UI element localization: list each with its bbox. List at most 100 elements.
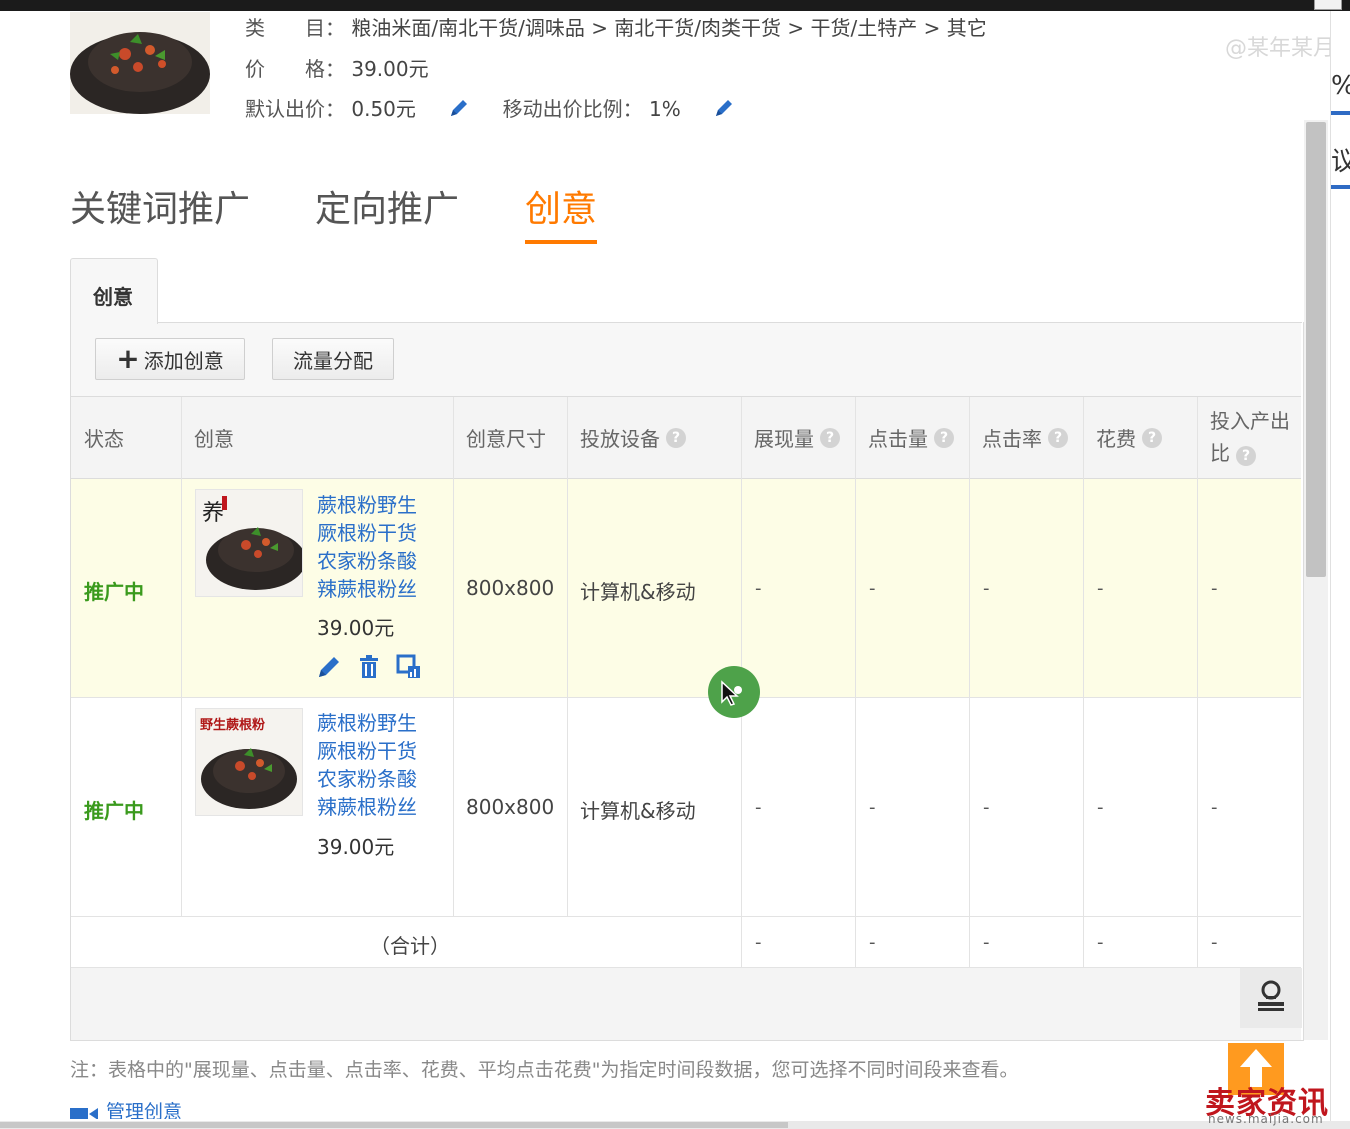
help-icon[interactable]: ? xyxy=(820,427,840,448)
creative-size: 800x800 xyxy=(466,795,555,819)
cost-value: - xyxy=(1097,797,1104,818)
help-icon[interactable]: ? xyxy=(666,427,686,448)
creative-price: 39.00元 xyxy=(317,616,395,640)
roi-value: - xyxy=(1211,578,1218,599)
ctr-value: - xyxy=(983,797,990,818)
export-user-icon xyxy=(1258,980,1284,1011)
tab-keyword-promotion[interactable]: 关键词推广 xyxy=(70,180,250,232)
manage-creative-link[interactable]: 管理创意 xyxy=(70,1097,182,1119)
creative-title-line: 蕨根粉野生 xyxy=(317,711,417,735)
column-divider xyxy=(969,397,970,967)
column-divider xyxy=(453,397,454,917)
traffic-allocation-label: 流量分配 xyxy=(293,348,373,373)
header-creative: 创意 xyxy=(181,397,453,478)
status-active: 推广中 xyxy=(84,580,144,604)
help-icon[interactable]: ? xyxy=(1142,427,1162,448)
right-side-panel: % 议 xyxy=(1330,11,1350,1121)
mouse-cursor-highlight xyxy=(708,666,760,718)
delete-trash-icon[interactable] xyxy=(356,654,382,680)
horizontal-scrollbar[interactable] xyxy=(0,1121,1350,1129)
creative-image-caption: 养 xyxy=(202,501,224,526)
creative-image-caption: 野生蕨根粉 xyxy=(200,717,265,733)
creative-image[interactable]: 野生蕨根粉 xyxy=(195,708,303,816)
product-image xyxy=(70,12,210,114)
price-line: 价 格： 39.00元 xyxy=(245,53,429,82)
header-roi: 投入产出 比? xyxy=(1197,397,1301,478)
right-panel-text-2: 议 xyxy=(1331,141,1350,178)
manage-creative-label: 管理创意 xyxy=(106,1101,183,1119)
creative-title-link[interactable]: 蕨根粉野生 厥根粉干货 农家粉条酸 辣蕨根粉丝 xyxy=(317,491,437,603)
category-line: 类 目： 粮油米面/南北干货/调味品 > 南北干货/肉类干货 > 干货/土特产 … xyxy=(245,12,987,41)
cost-value: - xyxy=(1097,578,1104,599)
creative-price: 39.00元 xyxy=(317,835,395,859)
edit-ratio-pencil-icon[interactable] xyxy=(713,97,735,124)
tab-targeted-promotion[interactable]: 定向推广 xyxy=(315,180,459,232)
category-value: 粮油米面/南北干货/调味品 > 南北干货/肉类干货 > 干货/土特产 > 其它 xyxy=(351,16,987,40)
creative-title-line: 农家粉条酸 xyxy=(317,767,417,791)
header-size: 创意尺寸 xyxy=(453,397,567,478)
header-cost: 花费? xyxy=(1083,397,1197,478)
total-cost: - xyxy=(1097,932,1104,953)
header-device: 投放设备? xyxy=(567,397,741,478)
total-ctr: - xyxy=(983,932,990,953)
brand-url: news.maijia.com xyxy=(1208,1112,1324,1126)
category-label: 类 目： xyxy=(245,16,345,40)
right-panel-bar-1 xyxy=(1331,111,1350,115)
header-device-label: 投放设备 xyxy=(580,427,660,451)
tab-creative[interactable]: 创意 xyxy=(525,180,598,244)
plus-icon: + xyxy=(116,342,140,375)
header-impressions: 展现量? xyxy=(741,397,855,478)
column-divider xyxy=(1083,397,1084,967)
subtab-creative[interactable]: 创意 xyxy=(70,258,158,324)
impressions-value: - xyxy=(755,797,762,818)
vertical-scrollbar-thumb[interactable] xyxy=(1306,122,1326,577)
price-label: 价 格： xyxy=(245,57,345,81)
mobile-ratio-label: 移动出价比例： xyxy=(502,97,643,121)
subtab-creative-label: 创意 xyxy=(93,285,133,309)
mobile-ratio-value: 1% xyxy=(648,97,681,121)
edit-bid-pencil-icon[interactable] xyxy=(448,97,470,124)
header-ctr-label: 点击率 xyxy=(982,427,1042,451)
creative-title-line: 蕨根粉野生 xyxy=(317,493,417,517)
horizontal-scrollbar-thumb[interactable] xyxy=(0,1122,788,1128)
clicks-value: - xyxy=(869,797,876,818)
table-note: 注：表格中的"展现量、点击量、点击率、花费、平均点击花费"为指定时间段数据，您可… xyxy=(70,1059,1019,1081)
header-creative-label: 创意 xyxy=(194,427,234,451)
clicks-value: - xyxy=(869,578,876,599)
creative-title-line: 厥根粉干货 xyxy=(317,739,417,763)
header-clicks: 点击量? xyxy=(855,397,969,478)
help-icon[interactable]: ? xyxy=(1236,446,1256,466)
window-top-bar xyxy=(0,0,1350,11)
default-bid-value: 0.50元 xyxy=(351,97,416,121)
right-panel-text-1: % xyxy=(1331,71,1350,101)
edit-pencil-icon[interactable] xyxy=(316,654,342,680)
creative-title-line: 辣蕨根粉丝 xyxy=(317,795,417,819)
header-status-label: 状态 xyxy=(84,427,124,451)
creative-title-line: 农家粉条酸 xyxy=(317,549,417,573)
column-divider xyxy=(1197,397,1198,967)
creative-size: 800x800 xyxy=(466,576,555,600)
add-creative-button[interactable]: + 添加创意 xyxy=(95,338,245,380)
default-bid-label: 默认出价： xyxy=(245,97,345,121)
column-divider xyxy=(567,397,568,917)
header-roi-label-1: 投入产出 xyxy=(1210,409,1290,433)
creative-device: 计算机&移动 xyxy=(580,799,696,823)
creative-title-line: 辣蕨根粉丝 xyxy=(317,577,417,601)
header-status: 状态 xyxy=(71,397,181,478)
header-roi-label-2: 比 xyxy=(1210,441,1230,465)
total-label: （合计） xyxy=(370,934,450,958)
table-footer xyxy=(71,968,1301,1040)
right-panel-bar-2 xyxy=(1331,185,1350,189)
cursor-arrow-icon xyxy=(721,680,742,706)
help-icon[interactable]: ? xyxy=(934,427,954,448)
creative-title-link[interactable]: 蕨根粉野生 厥根粉干货 农家粉条酸 辣蕨根粉丝 xyxy=(317,709,437,821)
report-chart-icon[interactable] xyxy=(396,654,422,680)
header-cost-label: 花费 xyxy=(1096,427,1136,451)
column-divider xyxy=(855,397,856,967)
ctr-value: - xyxy=(983,578,990,599)
header-size-label: 创意尺寸 xyxy=(466,427,546,451)
help-icon[interactable]: ? xyxy=(1048,427,1068,448)
traffic-allocation-button[interactable]: 流量分配 xyxy=(272,338,394,380)
creative-image[interactable]: 养 xyxy=(195,489,303,597)
export-button[interactable] xyxy=(1240,968,1302,1028)
